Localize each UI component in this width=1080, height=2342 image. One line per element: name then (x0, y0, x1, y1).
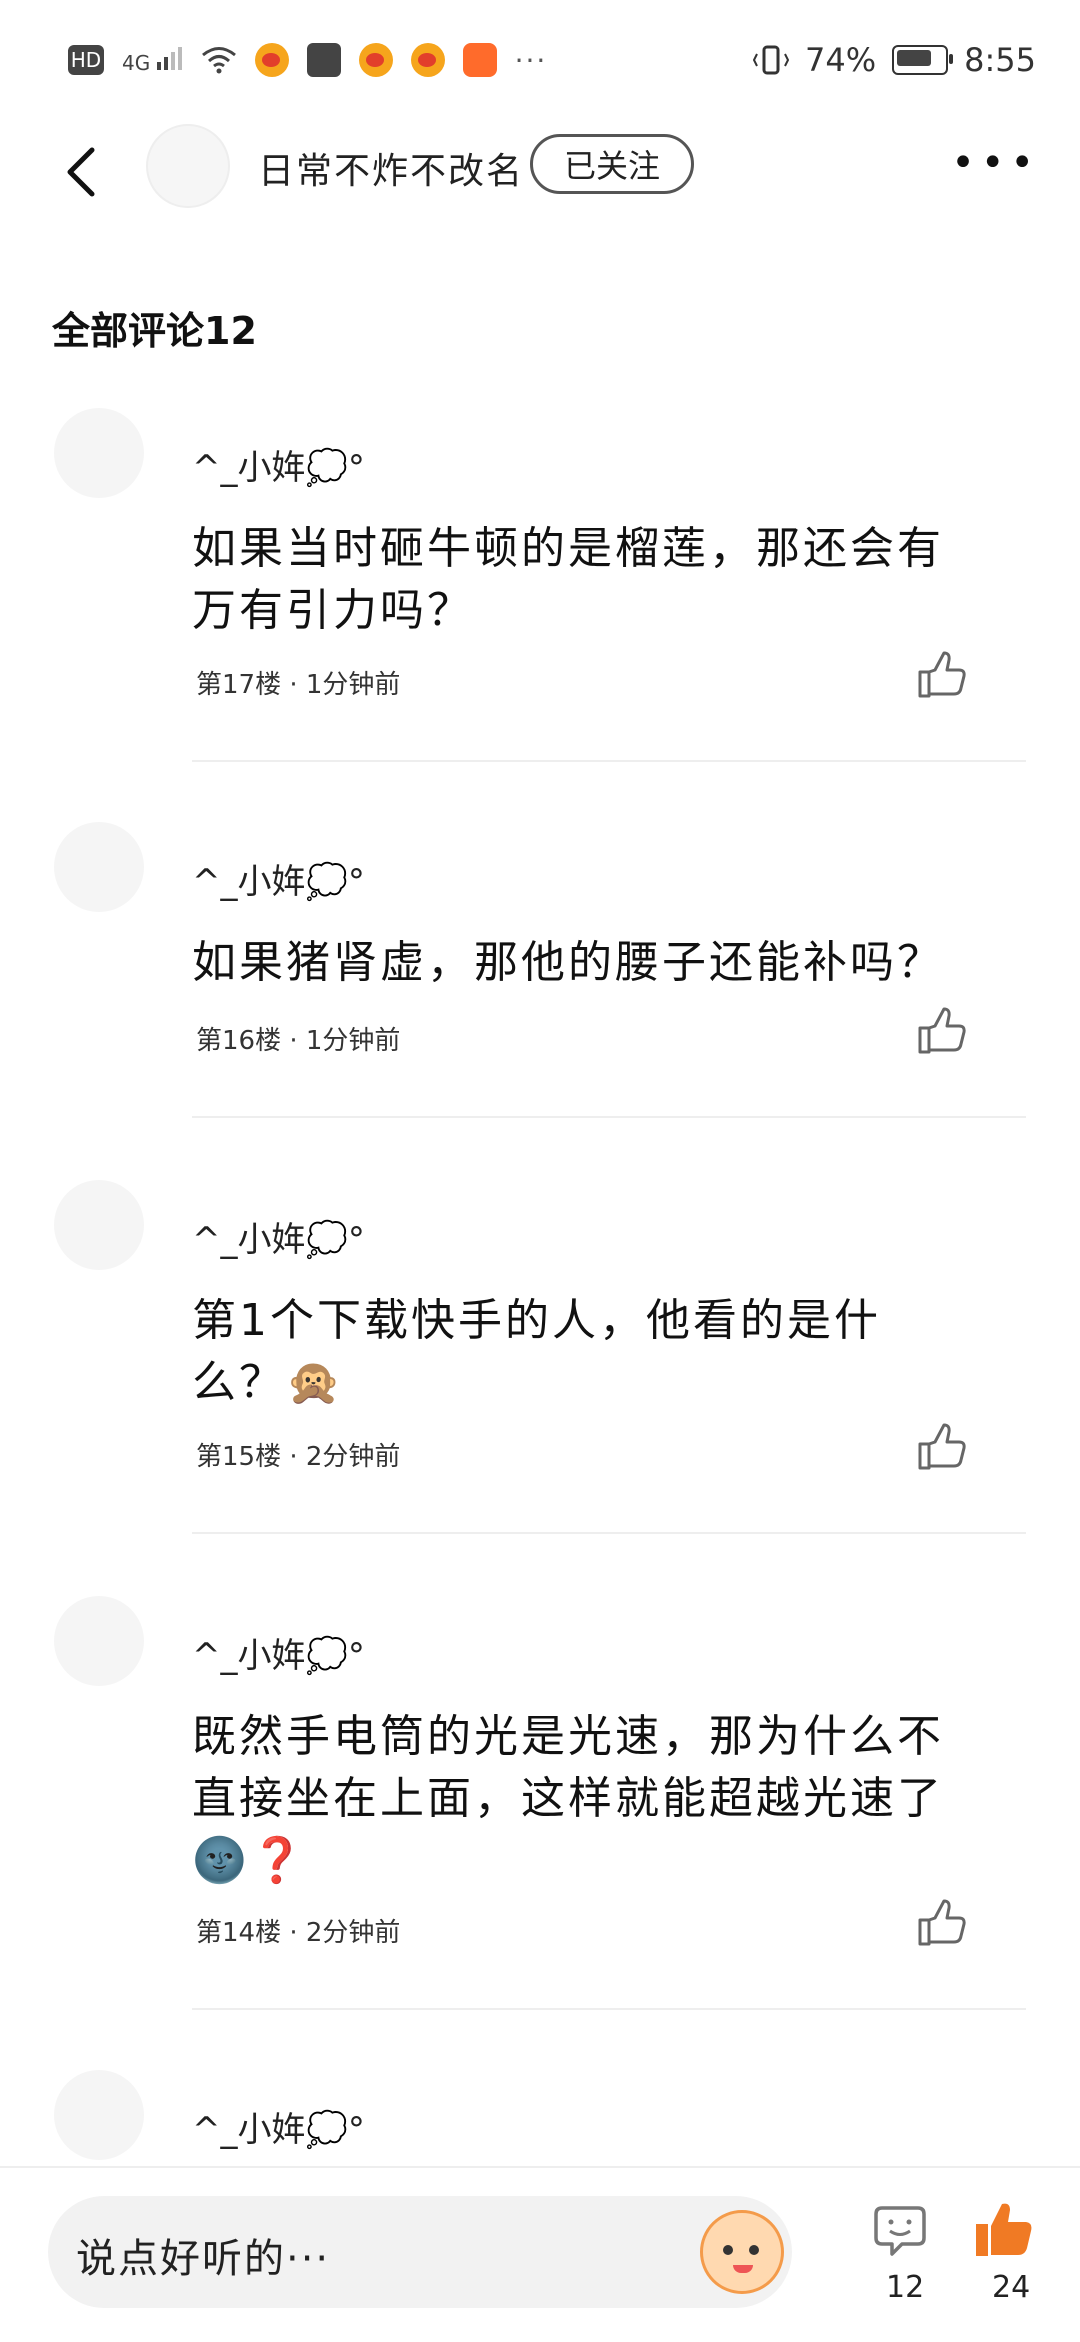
comment-username[interactable]: ^_小姩💭° (192, 1628, 365, 1677)
comment-time: 2分钟前 (305, 1918, 401, 1948)
clock: 8:55 (964, 41, 1036, 79)
comment-divider (192, 2008, 1026, 2010)
weibo-icon (358, 43, 393, 77)
meta-dot: · (289, 670, 306, 700)
comment-text: 第1个下载快手的人，他看的是什么？🙊 (192, 1295, 881, 1408)
more-notifications-icon: ··· (514, 43, 548, 77)
comment-username[interactable]: ^_小姩💭° (192, 1212, 365, 1261)
mascot-emoji-icon[interactable] (700, 2210, 784, 2294)
battery-percent: 74% (805, 41, 877, 79)
comment-input-placeholder[interactable]: 说点好听的··· (76, 2226, 330, 2284)
meta-dot: · (289, 1918, 306, 1948)
meta-dot: · (289, 1442, 306, 1472)
comment-time: 2分钟前 (305, 1442, 401, 1472)
comment-divider (192, 1116, 1026, 1118)
follow-button[interactable]: 已关注 (530, 134, 694, 194)
status-bar: HD 4G ··· 74% 8:55 (0, 0, 1080, 120)
status-left: HD 4G ··· (68, 36, 547, 84)
comment-username[interactable]: ^_小姩💭° (192, 2102, 365, 2151)
author-name[interactable]: 日常不炸不改名 (258, 142, 524, 194)
avatar[interactable] (54, 2070, 144, 2160)
comment-count: 12 (886, 2270, 925, 2305)
weibo-icon (410, 43, 445, 77)
more-options-icon[interactable]: ••• (951, 143, 1040, 183)
vibrate-icon (753, 45, 790, 75)
thumbs-up-icon[interactable] (916, 1898, 968, 1950)
signal-icon: 4G (122, 46, 183, 75)
meta-dot: · (289, 1026, 306, 1056)
like-count: 24 (992, 2270, 1031, 2305)
comment-text: 如果当时砸牛顿的是榴莲，那还会有万有引力吗？ (192, 523, 944, 636)
thumbs-up-icon[interactable] (916, 1006, 968, 1058)
floor-number: 第17楼 (196, 670, 282, 700)
author-avatar[interactable] (146, 124, 230, 208)
shopping-bag-icon (306, 43, 341, 77)
comment-text: 如果猪肾虚，那他的腰子还能补吗？ (192, 937, 944, 988)
chevron-left-icon (67, 147, 95, 197)
comments-title: 全部评论12 (52, 309, 257, 353)
status-right: 74% 8:55 (753, 36, 1036, 84)
comment-meta: 第15楼 · 2分钟前 (196, 1436, 400, 1473)
back-button[interactable] (48, 140, 112, 204)
avatar[interactable] (54, 408, 144, 498)
thumbs-up-icon[interactable] (916, 1422, 968, 1474)
floor-number: 第14楼 (196, 1918, 282, 1948)
comment-meta: 第14楼 · 2分钟前 (196, 1912, 400, 1949)
battery-icon (892, 45, 954, 75)
comment-username[interactable]: ^_小姩💭° (192, 854, 365, 903)
avatar[interactable] (54, 1596, 144, 1686)
comment-bubble-icon[interactable] (872, 2202, 928, 2258)
kuaishou-icon (462, 43, 497, 77)
comment-time: 1分钟前 (305, 670, 401, 700)
thumbs-up-filled-icon[interactable] (972, 2198, 1036, 2262)
comment-meta: 第17楼 · 1分钟前 (196, 664, 400, 701)
network-type: 4G (122, 50, 151, 75)
comment-time: 1分钟前 (305, 1026, 401, 1056)
wifi-icon (201, 47, 236, 74)
comment-meta: 第16楼 · 1分钟前 (196, 1020, 400, 1057)
floor-number: 第16楼 (196, 1026, 282, 1056)
weibo-icon (254, 43, 289, 77)
comment-text: 既然手电筒的光是光速，那为什么不直接坐在上面，这样就能超越光速了🌚❓ (192, 1711, 944, 1886)
comment-divider (192, 1532, 1026, 1534)
hd-icon: HD (68, 45, 104, 75)
thumbs-up-icon[interactable] (916, 650, 968, 702)
comment-divider (192, 760, 1026, 762)
avatar[interactable] (54, 1180, 144, 1270)
comment-username[interactable]: ^_小姩💭° (192, 440, 365, 489)
avatar[interactable] (54, 822, 144, 912)
floor-number: 第15楼 (196, 1442, 282, 1472)
